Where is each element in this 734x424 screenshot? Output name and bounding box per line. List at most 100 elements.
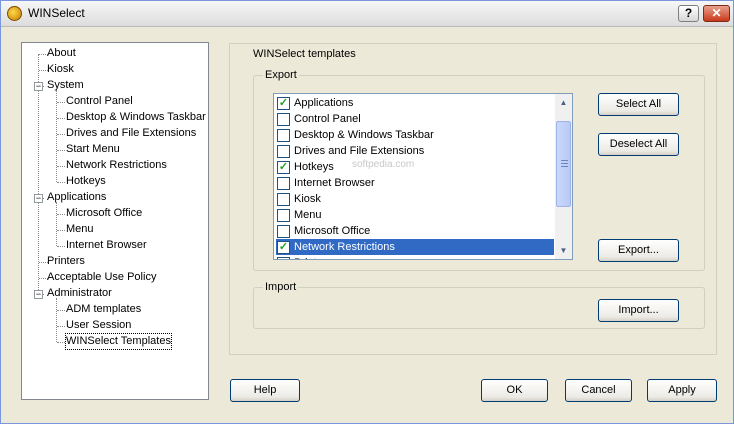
checkbox[interactable] [277, 209, 290, 222]
tree-item[interactable]: User Session [66, 318, 131, 333]
list-item[interactable]: ✓ Hotkeys [276, 159, 554, 175]
tree-item-label: Administrator [47, 287, 112, 299]
tree-connector [57, 342, 65, 343]
tree-item-label: Desktop & Windows Taskbar [66, 111, 206, 123]
tree-item[interactable]: Network Restrictions [66, 158, 167, 173]
apply-button[interactable]: Apply [647, 379, 717, 402]
tree-connector [57, 214, 65, 215]
window-title: WINSelect [28, 6, 85, 20]
import-button[interactable]: Import... [598, 299, 679, 322]
list-item-label: Drives and File Extensions [294, 145, 425, 157]
tree-item-label: Internet Browser [66, 239, 147, 251]
close-button[interactable]: ✕ [703, 5, 730, 22]
watermark: softpedia.com [352, 159, 415, 170]
tree-item-label: Control Panel [66, 95, 133, 107]
list-item-label: Internet Browser [294, 177, 375, 189]
tree-item-label: WINSelect Templates [66, 335, 171, 347]
cancel-button[interactable]: Cancel [565, 379, 632, 402]
navigation-tree[interactable]: About Kiosk − System Control Panel Desktop & … [21, 42, 209, 400]
list-item[interactable]: ✓ Applications [276, 95, 554, 111]
tree-connector [56, 298, 57, 342]
tree-connector [57, 118, 65, 119]
deselect-all-button[interactable]: Deselect All [598, 133, 679, 156]
scroll-down-arrow-icon[interactable]: ▼ [555, 242, 572, 259]
list-item[interactable]: Control Panel [276, 111, 554, 127]
list-item-label: Hotkeys [294, 161, 334, 173]
checkbox[interactable] [277, 225, 290, 238]
title-help-button[interactable]: ? [678, 5, 699, 22]
title-bar[interactable]: WINSelect ? ✕ [1, 1, 733, 27]
list-scrollbar[interactable]: ▲ ▼ [555, 94, 572, 259]
list-item[interactable]: Kiosk [276, 191, 554, 207]
select-all-button[interactable]: Select All [598, 93, 679, 116]
ok-button[interactable]: OK [481, 379, 548, 402]
export-button[interactable]: Export... [598, 239, 679, 262]
collapse-icon[interactable]: − [34, 290, 43, 299]
tree-item[interactable]: Internet Browser [66, 238, 147, 253]
tree-item[interactable]: Menu [66, 222, 94, 237]
tree-connector [56, 202, 57, 246]
checkbox[interactable] [277, 177, 290, 190]
tree-connector [57, 166, 65, 167]
checkbox[interactable] [277, 145, 290, 158]
grip-line [561, 163, 568, 164]
list-item-label: Kiosk [294, 193, 321, 205]
list-item[interactable]: Printers [276, 255, 554, 259]
tree-item[interactable]: System [47, 78, 84, 93]
tree-item[interactable]: Control Panel [66, 94, 133, 109]
collapse-icon[interactable]: − [34, 82, 43, 91]
tree-connector [57, 182, 65, 183]
tree-item[interactable]: Acceptable Use Policy [47, 270, 156, 285]
tree-connector [57, 134, 65, 135]
checkbox[interactable]: ✓ [277, 97, 290, 110]
check-icon: ✓ [278, 161, 289, 173]
tree-connector [57, 310, 65, 311]
help-button[interactable]: Help [230, 379, 300, 402]
tree-item-label: Kiosk [47, 63, 74, 75]
tree-connector [57, 246, 65, 247]
tree-connector [57, 150, 65, 151]
templates-checklist[interactable]: ✓ Applications Control Panel Desktop & W… [273, 93, 573, 260]
list-item[interactable]: ✓ Network Restrictions [276, 239, 554, 255]
checkbox[interactable] [277, 193, 290, 206]
checkbox[interactable] [277, 257, 290, 259]
tree-item[interactable]: WINSelect Templates [65, 333, 172, 350]
grip-line [561, 166, 568, 167]
checkbox[interactable] [277, 113, 290, 126]
tree-item[interactable]: Microsoft Office [66, 206, 142, 221]
collapse-icon[interactable]: − [34, 194, 43, 203]
import-group-label: Import [263, 281, 299, 293]
tree-item[interactable]: ADM templates [66, 302, 141, 317]
tree-item[interactable]: Desktop & Windows Taskbar [66, 110, 206, 125]
templates-title: WINSelect templates [251, 48, 358, 60]
list-item-label: Control Panel [294, 113, 361, 125]
tree-item[interactable]: Printers [47, 254, 85, 269]
list-item[interactable]: Drives and File Extensions [276, 143, 554, 159]
tree-connector [57, 326, 65, 327]
tree-item-label: About [47, 47, 76, 59]
tree-item[interactable]: Administrator [47, 286, 112, 301]
list-item-label: Menu [294, 209, 322, 221]
app-icon [7, 6, 22, 21]
scroll-thumb[interactable] [556, 121, 571, 207]
tree-item[interactable]: Drives and File Extensions [66, 126, 196, 141]
tree-item[interactable]: Kiosk [47, 62, 74, 77]
tree-item-label: Printers [47, 255, 85, 267]
list-item-label: Microsoft Office [294, 225, 371, 237]
list-item-label: Network Restrictions [294, 241, 395, 253]
tree-item-label: ADM templates [66, 303, 142, 315]
tree-item[interactable]: Hotkeys [66, 174, 106, 189]
tree-item[interactable]: About [47, 46, 76, 61]
list-item[interactable]: Internet Browser [276, 175, 554, 191]
list-item[interactable]: Microsoft Office [276, 223, 554, 239]
tree-item[interactable]: Start Menu [66, 142, 120, 157]
list-item-label: Applications [294, 97, 354, 109]
list-item[interactable]: Desktop & Windows Taskbar [276, 127, 554, 143]
checkbox[interactable] [277, 129, 290, 142]
checkbox[interactable]: ✓ [277, 161, 290, 174]
list-item[interactable]: Menu [276, 207, 554, 223]
tree-connector [57, 102, 65, 103]
tree-item[interactable]: Applications [47, 190, 106, 205]
scroll-up-arrow-icon[interactable]: ▲ [555, 94, 572, 111]
checkbox[interactable]: ✓ [277, 241, 290, 254]
